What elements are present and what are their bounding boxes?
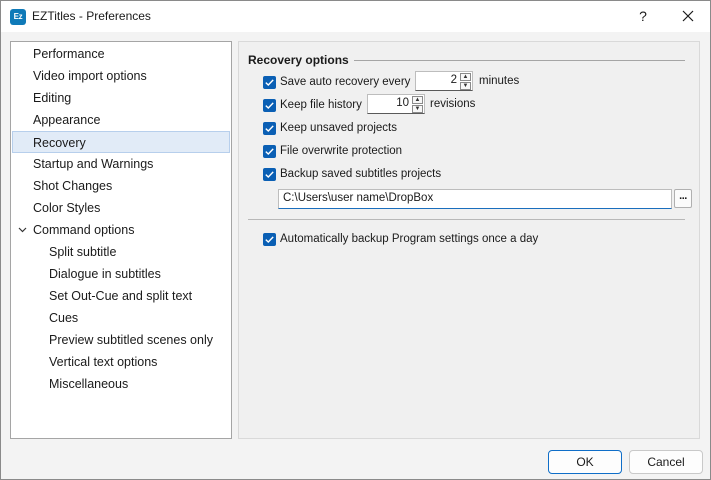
- checkbox-label: Automatically backup Program settings on…: [280, 233, 539, 245]
- checkbox-checked-icon[interactable]: [263, 232, 276, 246]
- file-overwrite-protection-checkbox[interactable]: File overwrite protection: [263, 142, 402, 160]
- nav-item-label: Cues: [49, 311, 79, 325]
- keep-file-history-checkbox[interactable]: Keep file history: [263, 96, 362, 114]
- group-separator: [354, 60, 685, 61]
- nav-item-shot-changes[interactable]: Shot Changes: [12, 175, 230, 197]
- checkbox-label: Keep file history: [280, 99, 362, 111]
- window-title: EZTitles - Preferences: [32, 9, 151, 23]
- help-button[interactable]: ?: [621, 1, 665, 32]
- nav-item-label: Preview subtitled scenes only: [49, 333, 213, 347]
- backup-path-input[interactable]: C:\Users\user name\DropBox: [278, 189, 672, 209]
- nav-item-label: Color Styles: [33, 201, 101, 215]
- keep-unsaved-projects-checkbox[interactable]: Keep unsaved projects: [263, 119, 397, 137]
- nav-item-dialogue-in-subtitles[interactable]: Dialogue in subtitles: [12, 263, 230, 285]
- nav-item-appearance[interactable]: Appearance: [12, 109, 230, 131]
- cancel-button[interactable]: Cancel: [629, 450, 703, 474]
- revisions-label: revisions: [430, 98, 476, 110]
- title-bar: Ez EZTitles - Preferences ?: [1, 1, 710, 32]
- minutes-label: minutes: [479, 75, 520, 87]
- nav-item-color-styles[interactable]: Color Styles: [12, 197, 230, 219]
- checkbox-checked-icon[interactable]: [263, 144, 276, 158]
- nav-item-performance[interactable]: Performance: [12, 43, 230, 65]
- checkbox-checked-icon[interactable]: [263, 167, 276, 181]
- nav-item-label: Startup and Warnings: [33, 157, 154, 171]
- nav-item-label: Set Out-Cue and split text: [49, 289, 193, 303]
- nav-item-miscellaneous[interactable]: Miscellaneous: [12, 373, 230, 395]
- nav-item-label: Video import options: [33, 69, 147, 83]
- checkbox-label: Save auto recovery every: [280, 76, 411, 88]
- nav-item-startup-and-warnings[interactable]: Startup and Warnings: [12, 153, 230, 175]
- decrement-arrow-icon[interactable]: ▼: [460, 82, 471, 90]
- nav-item-editing[interactable]: Editing: [12, 87, 230, 109]
- preferences-window: Ez EZTitles - Preferences ? Performance …: [0, 0, 711, 480]
- backup-saved-projects-checkbox[interactable]: Backup saved subtitles projects: [263, 165, 441, 183]
- increment-arrow-icon[interactable]: ▲: [412, 96, 423, 104]
- checkbox-label: File overwrite protection: [280, 145, 403, 157]
- stepper-value: 10: [396, 97, 409, 109]
- auto-backup-settings-checkbox[interactable]: Automatically backup Program settings on…: [263, 230, 538, 248]
- nav-item-preview-subtitled-scenes[interactable]: Preview subtitled scenes only: [12, 329, 230, 351]
- nav-item-label: Recovery: [33, 136, 86, 150]
- close-button[interactable]: [665, 1, 709, 32]
- increment-arrow-icon[interactable]: ▲: [460, 73, 471, 81]
- nav-item-label: Vertical text options: [49, 355, 158, 369]
- nav-item-label: Performance: [33, 47, 105, 61]
- recovery-options-panel: Recovery options Save auto recovery ever…: [238, 41, 700, 439]
- nav-item-label: Editing: [33, 91, 72, 105]
- preferences-tree: Performance Video import options Editing…: [10, 41, 232, 439]
- nav-item-label: Command options: [33, 223, 135, 237]
- nav-item-label: Miscellaneous: [49, 377, 129, 391]
- checkbox-checked-icon[interactable]: [263, 98, 276, 112]
- nav-item-video-import-options[interactable]: Video import options: [12, 65, 230, 87]
- stepper-value: 2: [450, 74, 457, 86]
- nav-item-cues[interactable]: Cues: [12, 307, 230, 329]
- nav-item-label: Split subtitle: [49, 245, 117, 259]
- checkbox-checked-icon[interactable]: [263, 121, 276, 135]
- nav-item-command-options[interactable]: Command options: [12, 219, 230, 241]
- file-history-stepper[interactable]: 10 ▲ ▼: [367, 94, 425, 114]
- checkbox-label: Backup saved subtitles projects: [280, 168, 442, 180]
- section-divider: [248, 219, 685, 220]
- app-icon: Ez: [10, 9, 26, 25]
- nav-item-label: Dialogue in subtitles: [49, 267, 161, 281]
- nav-item-recovery[interactable]: Recovery: [12, 131, 230, 153]
- recovery-interval-stepper[interactable]: 2 ▲ ▼: [415, 71, 473, 91]
- nav-item-vertical-text-options[interactable]: Vertical text options: [12, 351, 230, 373]
- decrement-arrow-icon[interactable]: ▼: [412, 105, 423, 113]
- save-auto-recovery-checkbox[interactable]: Save auto recovery every: [263, 73, 410, 91]
- group-title: Recovery options: [248, 53, 349, 67]
- nav-item-label: Appearance: [33, 113, 101, 127]
- ok-button[interactable]: OK: [548, 450, 622, 474]
- checkbox-checked-icon[interactable]: [263, 75, 276, 89]
- checkbox-label: Keep unsaved projects: [280, 122, 397, 134]
- nav-item-split-subtitle[interactable]: Split subtitle: [12, 241, 230, 263]
- nav-item-label: Shot Changes: [33, 179, 113, 193]
- close-icon: [682, 10, 694, 22]
- browse-button[interactable]: ...: [674, 189, 692, 208]
- nav-item-set-out-cue[interactable]: Set Out-Cue and split text: [12, 285, 230, 307]
